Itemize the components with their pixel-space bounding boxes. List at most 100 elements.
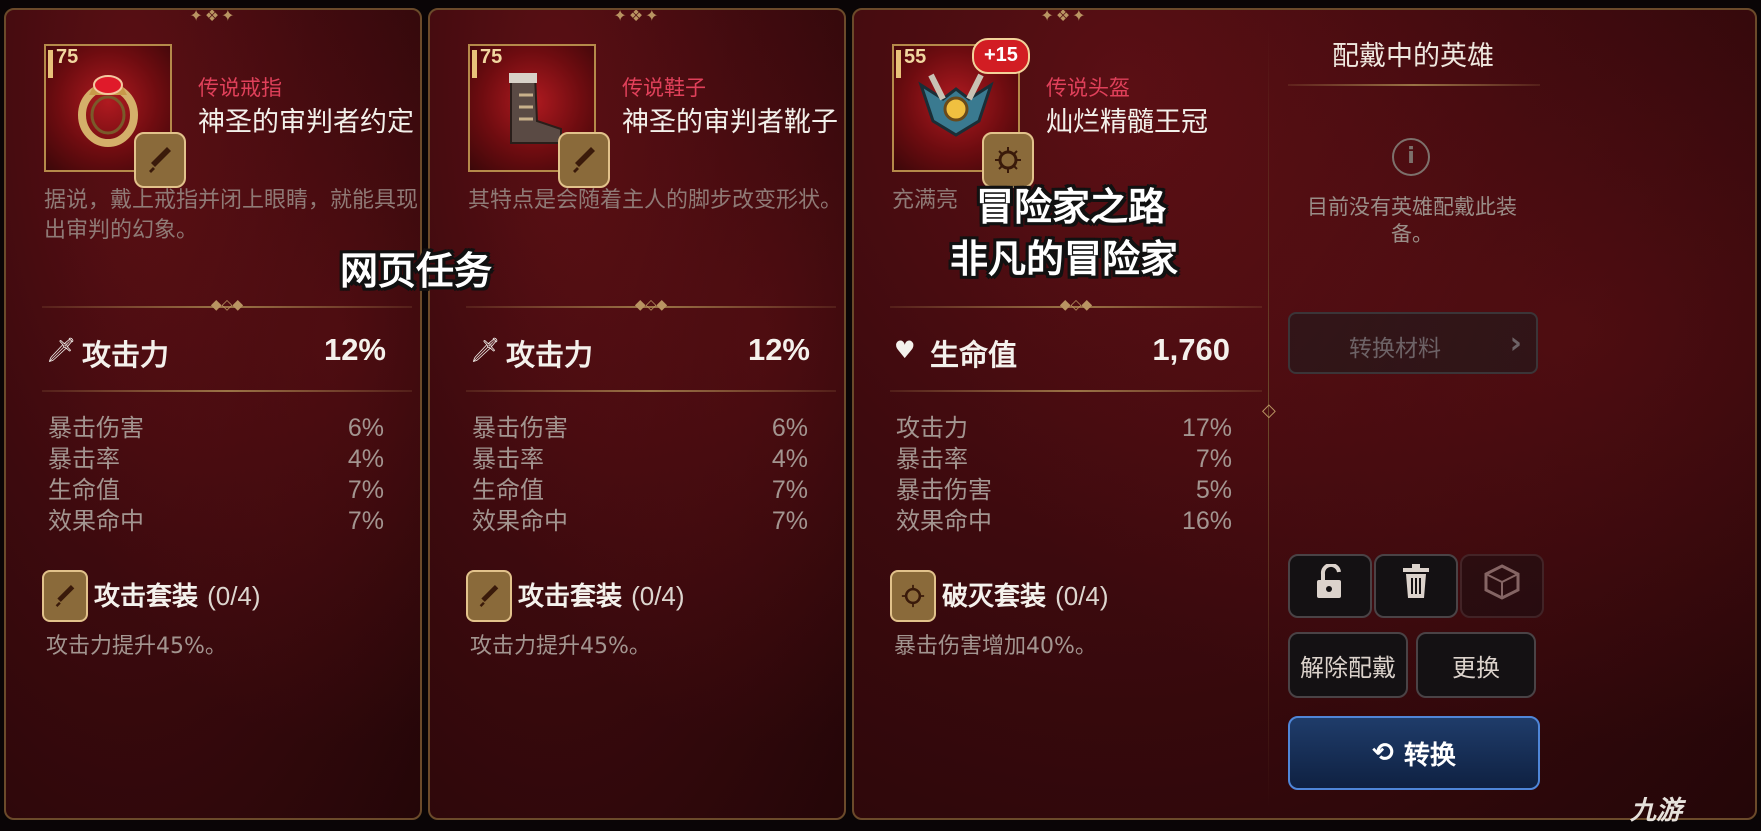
- sub-stat-value: 16%: [1181, 507, 1232, 535]
- random-button[interactable]: [1460, 554, 1544, 618]
- set-name-text: 破灭套装: [942, 582, 1047, 612]
- level-bar: [896, 50, 901, 78]
- main-stat-value: 12%: [323, 332, 386, 367]
- unlock-icon: [1313, 562, 1347, 608]
- destruction-set-icon: [890, 570, 936, 622]
- set-name-text: 攻击套装: [518, 582, 623, 612]
- sub-stat-value: 4%: [347, 445, 384, 473]
- set-name: 破灭套装 (0/4): [942, 576, 1109, 613]
- dice-icon: [1484, 564, 1520, 608]
- sub-stat-label: 暴击率: [896, 445, 968, 473]
- attack-set-icon: [466, 570, 512, 622]
- main-stat: 🗡 攻击力 12%: [470, 332, 810, 372]
- sub-stat-row: 生命值 7%: [472, 475, 808, 506]
- sub-stat-row: 攻击力 17%: [896, 413, 1232, 444]
- item-icon-frame[interactable]: 75: [44, 44, 186, 188]
- attack-set-icon: [42, 570, 88, 622]
- sub-stat-label: 暴击率: [48, 445, 120, 473]
- sub-stats-list: 暴击伤害 6% 暴击率 4% 生命值 7% 效果命中 7%: [472, 413, 808, 537]
- main-stat-value: 1,760: [1152, 332, 1230, 367]
- divider: ◆◇◆: [466, 297, 836, 313]
- sub-stats-list: 暴击伤害 6% 暴击率 4% 生命值 7% 效果命中 7%: [48, 413, 384, 537]
- sub-stat-value: 4%: [771, 445, 808, 473]
- set-name: 攻击套装 (0/4): [94, 576, 261, 613]
- set-count: (0/4): [207, 581, 261, 611]
- sub-stat-value: 17%: [1181, 414, 1232, 442]
- heart-icon: ♥: [894, 336, 916, 364]
- replace-button[interactable]: 更换: [1416, 632, 1536, 698]
- sub-stats-list: 攻击力 17% 暴击率 7% 暴击伤害 5% 效果命中 16%: [896, 413, 1232, 537]
- enhancement-badge: +15: [972, 38, 1030, 74]
- set-effect: 攻击力提升45%。: [470, 634, 651, 659]
- divider: [466, 390, 836, 392]
- sub-stat-row: 暴击率 4%: [472, 444, 808, 475]
- sub-stat-row: 效果命中 7%: [472, 506, 808, 537]
- card-crest-ornament: ✦❖✦: [189, 8, 237, 25]
- card-crest-ornament: ✦❖✦: [1040, 8, 1088, 25]
- sword-icon: 🗡: [46, 336, 77, 364]
- level-bar: [472, 50, 477, 78]
- item-rarity: 传说鞋子: [622, 76, 706, 100]
- item-name: 灿烂精髓王冠: [1046, 107, 1208, 138]
- sub-stat-row: 暴击伤害 5%: [896, 475, 1232, 506]
- sub-stat-label: 攻击力: [896, 414, 968, 442]
- attack-set-icon: [558, 132, 610, 188]
- attack-set-icon: [134, 132, 186, 188]
- sub-stat-label: 暴击伤害: [48, 414, 144, 442]
- panel-title: 配戴中的英雄: [1332, 41, 1494, 72]
- exchange-button[interactable]: ⟲ 转换: [1288, 716, 1540, 790]
- sub-stat-row: 效果命中 16%: [896, 506, 1232, 537]
- item-rarity: 传说戒指: [198, 76, 282, 100]
- divider: ◆◇◆: [42, 297, 412, 313]
- sub-stat-row: 暴击率 7%: [896, 444, 1232, 475]
- item-icon-frame[interactable]: 75: [468, 44, 610, 188]
- sword-icon: 🗡: [470, 336, 501, 364]
- unequip-button[interactable]: 解除配戴: [1288, 632, 1408, 698]
- sub-stat-row: 生命值 7%: [48, 475, 384, 506]
- main-stat: 🗡 攻击力 12%: [46, 332, 386, 372]
- delete-button[interactable]: [1374, 554, 1458, 618]
- sub-stat-row: 暴击伤害 6%: [472, 413, 808, 444]
- main-stat: ♥ 生命值 1,760: [894, 332, 1230, 372]
- no-hero-notice: 目前没有英雄配戴此装备。: [1307, 195, 1517, 246]
- set-name: 攻击套装 (0/4): [518, 576, 685, 613]
- sub-stat-label: 效果命中: [472, 507, 568, 535]
- set-effect: 暴击伤害增加40%。: [894, 634, 1097, 659]
- sub-stat-label: 效果命中: [896, 507, 992, 535]
- sub-stat-label: 生命值: [48, 476, 120, 504]
- divider: [890, 390, 1262, 392]
- item-name: 神圣的审判者约定: [198, 107, 414, 138]
- item-description: 据说，戴上戒指并闭上眼睛，就能具现出审判的幻象。: [44, 188, 419, 243]
- set-name-text: 攻击套装: [94, 582, 199, 612]
- main-stat-value: 12%: [747, 332, 810, 367]
- convert-materials-button[interactable]: 转换材料 ›: [1288, 312, 1538, 374]
- card-crest-ornament: ✦❖✦: [613, 8, 661, 25]
- sub-stat-label: 生命值: [472, 476, 544, 504]
- convert-materials-label: 转换材料: [1349, 336, 1441, 362]
- overlay-caption-left: 网页任务: [340, 249, 493, 293]
- set-count: (0/4): [631, 581, 685, 611]
- sub-stat-label: 暴击伤害: [896, 476, 992, 504]
- watermark-logo: 九游: [1630, 790, 1682, 827]
- sub-stat-value: 7%: [771, 476, 808, 504]
- sub-stat-row: 效果命中 7%: [48, 506, 384, 537]
- sub-stat-value: 6%: [771, 414, 808, 442]
- title-underline: [1288, 84, 1540, 86]
- set-effect: 攻击力提升45%。: [46, 634, 227, 659]
- equipment-card-2: ✦❖✦ 75 传说鞋子 神圣的审判者靴子 其特点是会随着主人的脚步改变形状。 ◆…: [428, 8, 846, 820]
- sub-stat-label: 暴击率: [472, 445, 544, 473]
- watermark-text: 九游: [1630, 796, 1683, 826]
- trash-icon: [1401, 564, 1431, 608]
- item-description: 其特点是会随着主人的脚步改变形状。: [468, 188, 843, 213]
- sub-stat-value: 7%: [771, 507, 808, 535]
- sub-stat-value: 7%: [1195, 445, 1232, 473]
- divider: ◆◇◆: [890, 297, 1262, 313]
- set-count: (0/4): [1055, 581, 1109, 611]
- equipment-card-1: ✦❖✦ 75 传说戒指 神圣的审判者约定 据说，戴上戒指并闭上眼睛，就能具现出审…: [4, 8, 422, 820]
- sub-stat-value: 7%: [347, 476, 384, 504]
- main-stat-label: 生命值: [930, 338, 1018, 372]
- item-rarity: 传说头盔: [1046, 76, 1130, 100]
- lock-toggle-button[interactable]: [1288, 554, 1372, 618]
- sub-stat-row: 暴击伤害 6%: [48, 413, 384, 444]
- sub-stat-value: 6%: [347, 414, 384, 442]
